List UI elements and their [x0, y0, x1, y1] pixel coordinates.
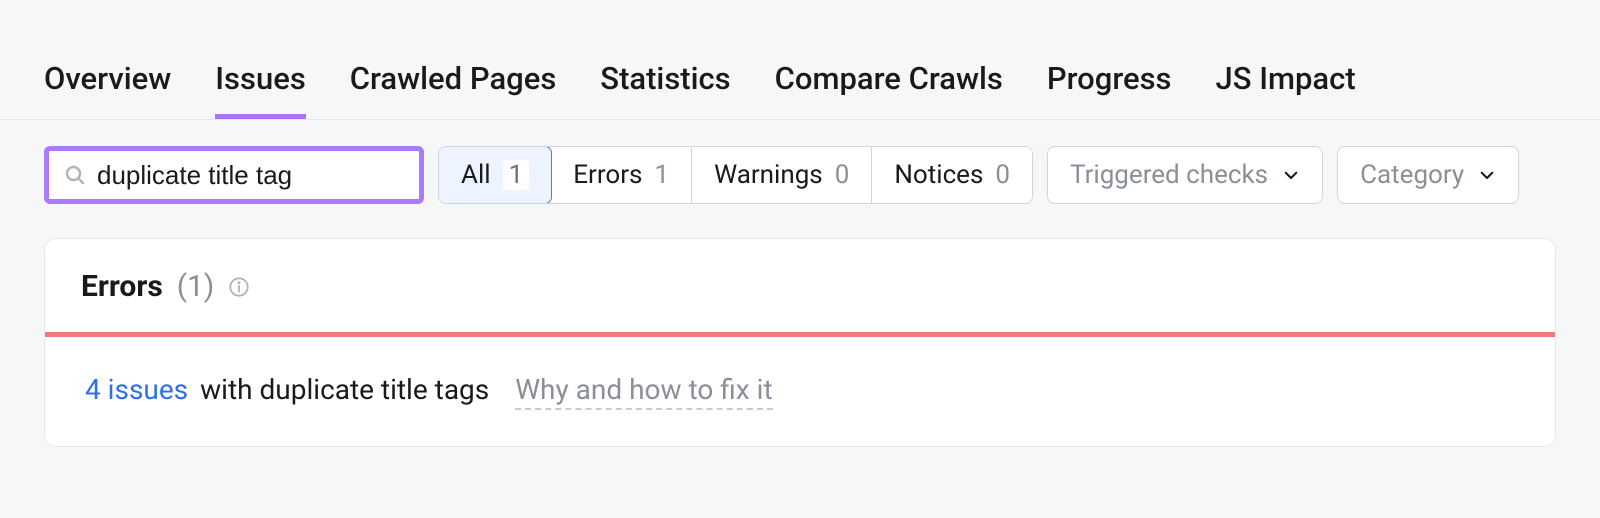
dropdown-triggered-label: Triggered checks [1070, 160, 1268, 190]
filter-notices-count: 0 [995, 160, 1010, 190]
filter-notices-label: Notices [894, 160, 983, 190]
tab-statistics[interactable]: Statistics [600, 60, 730, 119]
tab-overview[interactable]: Overview [44, 60, 171, 119]
filter-errors[interactable]: Errors 1 [551, 147, 692, 203]
tab-js-impact[interactable]: JS Impact [1216, 60, 1356, 119]
chevron-down-icon [1478, 166, 1496, 184]
issue-count-link[interactable]: 4 issues [85, 373, 188, 406]
filter-all[interactable]: All 1 [438, 146, 552, 204]
errors-card-header: Errors (1) [45, 239, 1555, 332]
filter-errors-count: 1 [654, 160, 669, 190]
errors-title: Errors [81, 269, 163, 304]
tab-issues[interactable]: Issues [215, 60, 306, 119]
filter-all-label: All [461, 160, 491, 190]
issue-description: with duplicate title tags [200, 373, 489, 406]
main-tabs: Overview Issues Crawled Pages Statistics… [0, 0, 1600, 120]
filter-warnings[interactable]: Warnings 0 [692, 147, 872, 203]
filter-group: All 1 Errors 1 Warnings 0 Notices 0 [438, 146, 1033, 204]
chevron-down-icon [1282, 166, 1300, 184]
tab-crawled-pages[interactable]: Crawled Pages [350, 60, 557, 119]
dropdown-triggered-checks[interactable]: Triggered checks [1047, 146, 1323, 204]
errors-card: Errors (1) 4 issues with duplicate title… [44, 238, 1556, 447]
dropdown-category[interactable]: Category [1337, 146, 1519, 204]
why-and-how-link[interactable]: Why and how to fix it [515, 373, 772, 410]
filter-notices[interactable]: Notices 0 [872, 147, 1032, 203]
tab-compare-crawls[interactable]: Compare Crawls [775, 60, 1003, 119]
filter-warnings-label: Warnings [714, 160, 823, 190]
search-box[interactable] [44, 146, 424, 204]
issue-row: 4 issues with duplicate title tags Why a… [45, 337, 1555, 446]
filter-errors-label: Errors [573, 160, 642, 190]
filter-row: All 1 Errors 1 Warnings 0 Notices 0 Trig… [0, 120, 1600, 204]
search-input[interactable] [97, 160, 432, 191]
search-icon [63, 163, 87, 187]
tab-progress[interactable]: Progress [1047, 60, 1172, 119]
filter-warnings-count: 0 [835, 160, 850, 190]
info-icon[interactable] [228, 276, 250, 298]
dropdown-category-label: Category [1360, 160, 1464, 190]
errors-count: (1) [177, 269, 215, 304]
filter-all-count: 1 [503, 160, 530, 190]
